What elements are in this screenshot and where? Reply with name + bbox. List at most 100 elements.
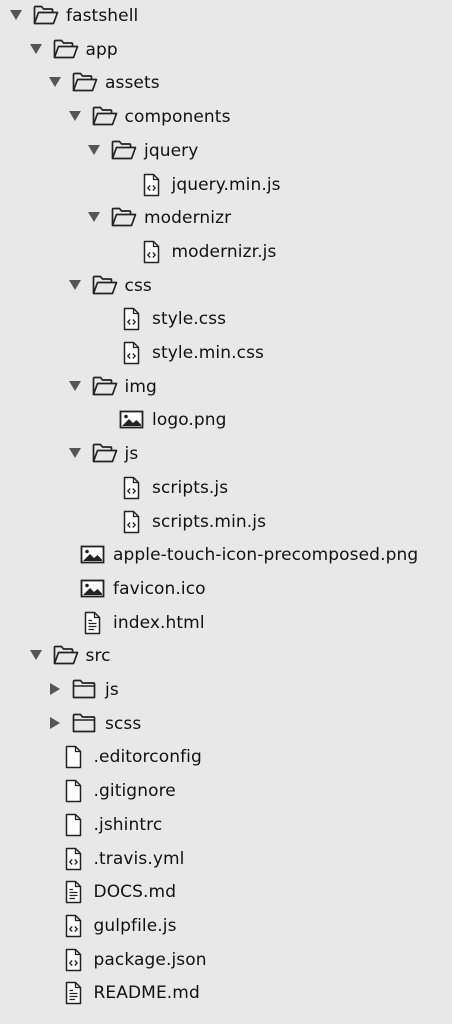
text-file-icon [61, 981, 87, 1005]
tree-file-readme-md[interactable]: README.md [0, 977, 452, 1010]
tree-folder-fastshell[interactable]: fastshell [0, 0, 452, 33]
tree-item-label: style.css [152, 309, 227, 330]
disclosure-collapsed-icon[interactable] [48, 682, 62, 698]
tree-item-label: src [85, 646, 111, 667]
folder-icon [33, 4, 59, 28]
tree-item-label: gulpfile.js [93, 915, 177, 936]
image-file-icon [80, 543, 106, 567]
tree-item-label: js [124, 444, 139, 465]
tree-file-travis-yml[interactable]: .travis.yml [0, 843, 452, 876]
tree-item-label: .editorconfig [93, 747, 202, 768]
tree-item-label: modernizr.js [171, 241, 277, 262]
tree-folder-js[interactable]: js [0, 438, 452, 471]
tree-file-jquery-min-js[interactable]: jquery.min.js [0, 169, 452, 202]
tree-file-favicon-ico[interactable]: favicon.ico [0, 573, 452, 606]
tree-item-label: .travis.yml [93, 848, 185, 869]
folder-icon [92, 375, 118, 399]
tree-item-label: css [124, 275, 152, 296]
tree-item-label: modernizr [144, 208, 232, 229]
tree-folder-assets[interactable]: assets [0, 67, 452, 100]
disclosure-expanded-icon[interactable] [87, 143, 101, 159]
tree-file-scripts-min-js[interactable]: scripts.min.js [0, 506, 452, 539]
disclosure-expanded-icon[interactable] [68, 379, 82, 395]
file-icon [61, 745, 87, 769]
code-file-icon [119, 510, 145, 534]
tree-folder-app[interactable]: app [0, 34, 452, 67]
image-file-icon [119, 408, 145, 432]
tree-file-logo-png[interactable]: logo.png [0, 404, 452, 437]
code-file-icon [119, 341, 145, 365]
tree-item-label: scripts.js [152, 477, 229, 498]
tree-item-label: README.md [93, 983, 200, 1004]
tree-file-modernizr-js[interactable]: modernizr.js [0, 236, 452, 269]
tree-item-label: style.min.css [152, 343, 264, 363]
folder-icon [53, 644, 79, 668]
tree-file-gitignore[interactable]: .gitignore [0, 775, 452, 808]
folder-icon [72, 712, 98, 736]
tree-item-label: .jshintrc [93, 814, 163, 835]
disclosure-expanded-icon[interactable] [68, 109, 82, 125]
disclosure-expanded-icon[interactable] [48, 75, 62, 91]
tree-folder-scss[interactable]: scss [0, 708, 452, 741]
code-file-icon [119, 307, 145, 331]
text-file-icon [61, 880, 87, 904]
tree-item-label: js [105, 680, 119, 700]
tree-folder-img[interactable]: img [0, 371, 452, 404]
code-file-icon [61, 847, 87, 871]
tree-folder-js[interactable]: js [0, 674, 452, 707]
folder-icon [72, 678, 98, 702]
disclosure-collapsed-icon[interactable] [48, 716, 62, 732]
tree-item-label: fastshell [66, 6, 139, 26]
tree-item-label: scss [105, 713, 142, 734]
tree-file-gulpfile-js[interactable]: gulpfile.js [0, 910, 452, 943]
tree-item-label: package.json [93, 949, 207, 970]
disclosure-expanded-icon[interactable] [68, 446, 82, 462]
tree-item-label: favicon.ico [113, 578, 206, 599]
tree-item-label: app [85, 39, 118, 60]
folder-icon [92, 274, 118, 298]
tree-item-label: img [124, 376, 157, 397]
tree-file-index-html[interactable]: index.html [0, 607, 452, 640]
file-icon [61, 779, 87, 803]
tree-file-apple-touch-icon-precomposed-png[interactable]: apple-touch-icon-precomposed.png [0, 539, 452, 572]
image-file-icon [80, 577, 106, 601]
folder-icon [111, 139, 137, 163]
code-file-icon [61, 914, 87, 938]
disclosure-expanded-icon[interactable] [9, 8, 23, 24]
code-file-icon [61, 948, 87, 972]
tree-folder-jquery[interactable]: jquery [0, 135, 452, 168]
folder-icon [111, 206, 137, 230]
tree-file-style-css[interactable]: style.css [0, 303, 452, 336]
code-file-icon [139, 240, 165, 264]
folder-icon [53, 38, 79, 62]
code-file-icon [119, 476, 145, 500]
disclosure-expanded-icon[interactable] [29, 648, 43, 664]
tree-folder-components[interactable]: components [0, 101, 452, 134]
disclosure-expanded-icon[interactable] [87, 210, 101, 226]
tree-file-package-json[interactable]: package.json [0, 944, 452, 977]
tree-item-label: jquery.min.js [171, 174, 281, 195]
tree-file-scripts-js[interactable]: scripts.js [0, 472, 452, 505]
tree-file-docs-md[interactable]: DOCS.md [0, 876, 452, 909]
folder-icon [72, 71, 98, 95]
disclosure-expanded-icon[interactable] [29, 42, 43, 58]
file-tree: fastshell app assets components jquery jquery… [0, 0, 452, 1024]
tree-item-label: components [124, 107, 231, 128]
tree-item-label: logo.png [152, 410, 227, 431]
tree-folder-modernizr[interactable]: modernizr [0, 202, 452, 235]
folder-icon [92, 105, 118, 129]
tree-item-label: assets [105, 73, 160, 94]
tree-folder-css[interactable]: css [0, 270, 452, 303]
tree-folder-src[interactable]: src [0, 640, 452, 673]
text-file-icon [80, 611, 106, 635]
tree-file-jshintrc[interactable]: .jshintrc [0, 809, 452, 842]
tree-item-label: jquery [144, 140, 199, 161]
tree-item-label: apple-touch-icon-precomposed.png [113, 545, 419, 566]
tree-item-label: .gitignore [93, 781, 176, 802]
tree-file-style-min-css[interactable]: style.min.css [0, 337, 452, 370]
tree-file-editorconfig[interactable]: .editorconfig [0, 741, 452, 774]
tree-item-label: DOCS.md [93, 882, 177, 903]
disclosure-expanded-icon[interactable] [68, 278, 82, 294]
tree-item-label: scripts.min.js [152, 511, 267, 532]
folder-icon [92, 442, 118, 466]
